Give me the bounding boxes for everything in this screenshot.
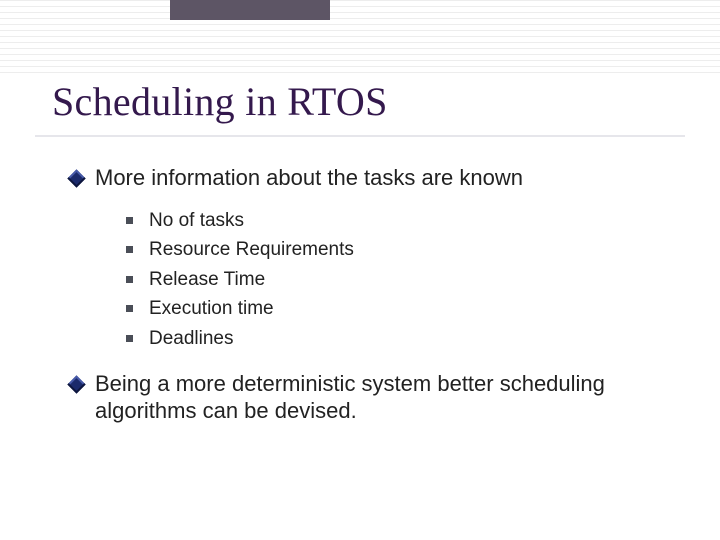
- decorative-header-box: [170, 0, 330, 20]
- slide: Scheduling in RTOS More information abou…: [0, 0, 720, 540]
- sub-bullet: Release Time: [126, 265, 680, 294]
- sub-bullet-text: Release Time: [149, 265, 265, 294]
- sub-bullet-text: Execution time: [149, 294, 274, 323]
- sub-bullet: Resource Requirements: [126, 235, 680, 264]
- diamond-bullet-icon: [67, 375, 85, 393]
- sub-bullet: No of tasks: [126, 206, 680, 235]
- sub-bullet-text: Resource Requirements: [149, 235, 354, 264]
- square-bullet-icon: [126, 276, 133, 283]
- square-bullet-icon: [126, 335, 133, 342]
- decorative-lines: [0, 0, 720, 78]
- slide-title: Scheduling in RTOS: [52, 78, 388, 125]
- square-bullet-icon: [126, 217, 133, 224]
- slide-body: More information about the tasks are kno…: [70, 165, 680, 437]
- square-bullet-icon: [126, 305, 133, 312]
- sub-bullet: Deadlines: [126, 324, 680, 353]
- bullet-level1: More information about the tasks are kno…: [70, 165, 680, 353]
- bullet-text: More information about the tasks are kno…: [95, 165, 680, 192]
- diamond-bullet-icon: [67, 169, 85, 187]
- sub-bullet: Execution time: [126, 294, 680, 323]
- square-bullet-icon: [126, 246, 133, 253]
- bullet-text: Being a more deterministic system better…: [95, 371, 680, 425]
- sub-bullet-text: Deadlines: [149, 324, 234, 353]
- title-divider: [35, 135, 685, 137]
- sub-bullet-list: No of tasks Resource Requirements Releas…: [126, 206, 680, 353]
- bullet-level1: Being a more deterministic system better…: [70, 371, 680, 425]
- sub-bullet-text: No of tasks: [149, 206, 244, 235]
